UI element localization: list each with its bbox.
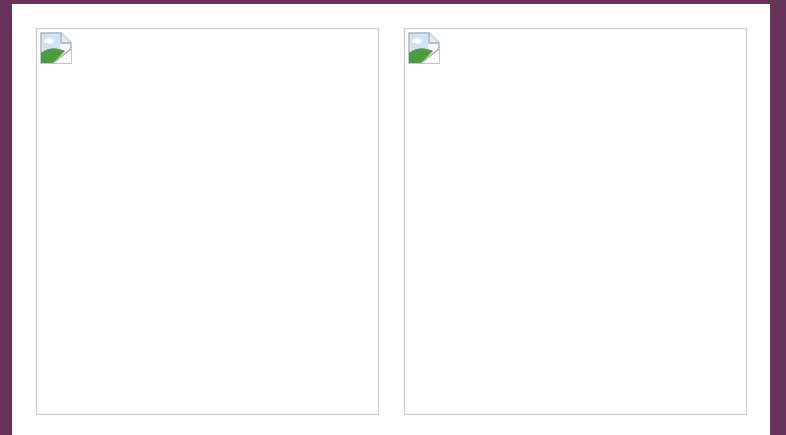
broken-image-icon bbox=[408, 32, 440, 64]
content-panel bbox=[12, 4, 770, 435]
image-frame-1[interactable] bbox=[36, 28, 379, 415]
image-frame-2[interactable] bbox=[404, 28, 747, 415]
broken-image-icon bbox=[40, 32, 72, 64]
